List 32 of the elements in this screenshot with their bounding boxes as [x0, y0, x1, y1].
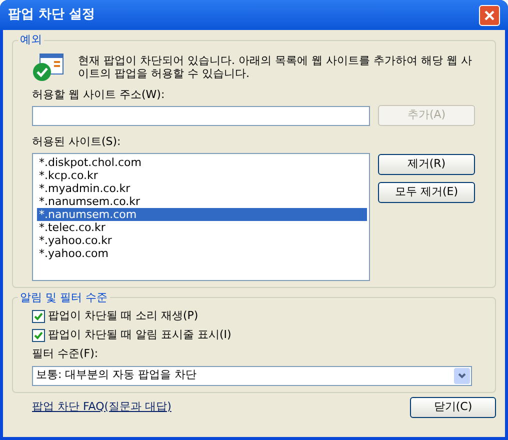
remove-all-button[interactable]: 모두 제거(E) [378, 182, 475, 202]
group-title: 예외 [19, 32, 43, 48]
address-field[interactable] [32, 106, 370, 126]
window-title: 팝업 차단 설정 [8, 6, 96, 24]
allowed-sites-label: 허용된 사이트(S): [32, 134, 122, 150]
site-item[interactable]: *.nanumsem.co.kr [37, 194, 367, 208]
site-item[interactable]: *.myadmin.co.kr [37, 182, 367, 194]
close-button[interactable] [479, 4, 500, 26]
site-item[interactable]: *.nanumsem.com [37, 208, 367, 220]
site-item[interactable]: *.telec.co.kr [37, 220, 367, 234]
checkbox-label[interactable]: 팝업이 차단될 때 알림 표시줄 표시(I) [48, 327, 232, 344]
close-dialog-button[interactable]: 닫기(C) [410, 396, 496, 418]
window-check-icon [32, 52, 64, 82]
filter-dropdown[interactable]: 보통: 대부분의 자동 팝업을 차단 [32, 366, 472, 386]
site-item[interactable]: *.kcp.co.kr [37, 168, 367, 182]
close-icon [484, 10, 495, 20]
check-icon [34, 331, 43, 340]
remove-button[interactable]: 제거(R) [378, 154, 475, 174]
checkbox[interactable] [32, 329, 45, 342]
check-icon [34, 312, 43, 321]
faq-link[interactable]: 팝업 차단 FAQ(질문과 대답) [32, 398, 172, 416]
filter-label: 필터 수준(F): [32, 346, 100, 362]
site-item[interactable]: *.yahoo.co.kr [37, 234, 367, 246]
sites-list[interactable]: *.diskpot.chol.com *.kcp.co.kr *.myadmin.co.kr *.nanumsem.co.kr *.nanumsem.com *.telec.co.kr *.yahoo.co.kr *.yahoo.com [32, 152, 370, 280]
address-label: 허용할 웹 사이트 주소(W): [32, 86, 166, 102]
filter-value: 보통: 대부분의 자동 팝업을 차단 [36, 367, 197, 384]
site-item[interactable]: *.diskpot.chol.com [37, 156, 367, 168]
checkbox-label[interactable]: 팝업이 차단될 때 소리 재생(P) [48, 308, 198, 325]
site-item[interactable]: *.yahoo.com [37, 246, 367, 260]
checkbox[interactable] [32, 310, 45, 323]
description-text: 현재 팝업이 차단되어 있습니다. 아래의 목록에 웹 사이트를 추가하여 해당 웹 사이트의 팝업을 허용할 수 있습니다. [78, 54, 473, 80]
group-title: 알림 및 필터 수준 [19, 290, 108, 306]
